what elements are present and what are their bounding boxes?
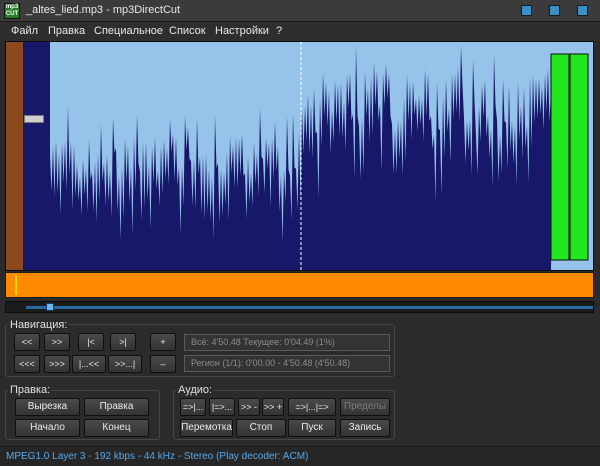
app-icon: mp3 CUT: [4, 3, 20, 19]
rewind-button[interactable]: Перемотка: [180, 419, 233, 437]
nav-fast-back-button[interactable]: <<<: [14, 355, 40, 373]
close-button[interactable]: [577, 5, 588, 16]
menu-list[interactable]: Список: [169, 25, 206, 37]
menu-special[interactable]: Специальное: [94, 25, 163, 37]
menu-bar: Файл Правка Специальное Список Настройки…: [0, 22, 600, 41]
record-button[interactable]: Запись: [340, 419, 390, 437]
speed-up-button[interactable]: >> +: [262, 398, 284, 416]
position-info: Всё: 4'50.48 Текущее: 0'04.49 (1%): [184, 334, 390, 351]
menu-settings[interactable]: Настройки: [215, 25, 269, 37]
set-start-button[interactable]: Начало: [15, 419, 80, 437]
edit-button[interactable]: Правка: [84, 398, 149, 416]
menu-help[interactable]: ?: [276, 25, 282, 37]
title-bar: mp3 CUT _altes_lied.mp3 - mp3DirectCut: [0, 0, 600, 22]
scroll-track[interactable]: [26, 306, 593, 309]
stop-button[interactable]: Стоп: [236, 419, 286, 437]
play-region-button[interactable]: =>|...|=>: [288, 398, 336, 416]
nav-forward-button[interactable]: >>: [44, 333, 70, 351]
waveform-graph: [50, 42, 589, 270]
overview-bar[interactable]: [5, 272, 594, 298]
edit-label: Правка:: [8, 384, 53, 396]
nav-fast-forward-button[interactable]: >>>: [44, 355, 70, 373]
set-end-button[interactable]: Конец: [84, 419, 149, 437]
nav-go-start-button[interactable]: |<: [78, 333, 104, 351]
waveform-display[interactable]: [5, 41, 594, 271]
window-title: _altes_lied.mp3 - mp3DirectCut: [26, 4, 181, 16]
position-scrollbar[interactable]: [5, 301, 594, 313]
navigation-label: Навигация:: [8, 319, 70, 331]
nav-go-end-button[interactable]: >|: [110, 333, 136, 351]
audio-label: Аудио:: [176, 384, 215, 396]
overview-cursor[interactable]: [15, 275, 17, 295]
play-button[interactable]: Пуск: [288, 419, 336, 437]
zoom-in-button[interactable]: +: [150, 333, 176, 351]
menu-file[interactable]: Файл: [11, 25, 38, 37]
status-text: MPEG1.0 Layer 3 - 192 kbps - 44 kHz - St…: [6, 451, 309, 462]
speed-down-button[interactable]: >> -: [238, 398, 260, 416]
nav-back-button[interactable]: <<: [14, 333, 40, 351]
maximize-button[interactable]: [549, 5, 560, 16]
play-from-cursor-button[interactable]: |=>...: [209, 398, 235, 416]
status-bar: MPEG1.0 Layer 3 - 192 kbps - 44 kHz - St…: [0, 446, 600, 466]
zoom-out-button[interactable]: –: [150, 355, 176, 373]
scroll-thumb[interactable]: [46, 303, 54, 311]
menu-edit[interactable]: Правка: [48, 25, 85, 37]
play-to-cursor-button[interactable]: =>|...: [180, 398, 206, 416]
level-meter-left: [550, 53, 570, 261]
limits-button: Пределы: [340, 398, 390, 416]
region-info: Регион (1/1): 0'00.00 - 4'50.48 (4'50.48…: [184, 355, 390, 372]
nav-region-start-button[interactable]: |...<<: [72, 355, 106, 373]
level-meter-right: [569, 53, 589, 261]
cut-button[interactable]: Вырезка: [15, 398, 80, 416]
minimize-button[interactable]: [521, 5, 532, 16]
nav-region-end-button[interactable]: >>...|: [108, 355, 142, 373]
